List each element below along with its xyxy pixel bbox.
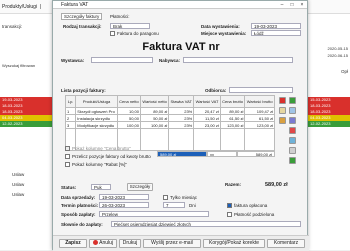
receipt-invoice-label: Faktura do paragonu bbox=[117, 31, 159, 36]
bg-row[interactable]: 12-02-2023 bbox=[0, 121, 55, 127]
totals-label: Razem: bbox=[225, 182, 242, 187]
payment-method-label: Sposób zapłaty: bbox=[61, 212, 96, 217]
buyer-label: Nabywca: bbox=[159, 58, 181, 63]
totals-value: 589,00 zł bbox=[265, 182, 288, 188]
bg-transaction-label: transakcji: bbox=[2, 24, 23, 29]
save-button[interactable]: Zapisz bbox=[59, 239, 87, 248]
excel-icon[interactable] bbox=[289, 157, 296, 164]
delete-row-icon[interactable] bbox=[279, 97, 286, 104]
status-label: Status: bbox=[61, 185, 77, 190]
dialog-title: Faktura VAT bbox=[61, 2, 89, 8]
col-value-gross: Wartość brutto bbox=[244, 95, 275, 108]
col-price-gross: Cena brutto bbox=[219, 95, 246, 108]
bg-right-row[interactable]: 12-02-2023 bbox=[308, 121, 350, 127]
partial-payment-label: Płatność podzielona bbox=[234, 212, 275, 217]
print-button[interactable]: Drukuj bbox=[119, 239, 141, 248]
show-gross-price-label: Pokaż kolumnę "Cena brutto" bbox=[72, 146, 131, 151]
paid-invoice-checkbox[interactable] bbox=[227, 203, 232, 208]
totals-net: 589,00 zł bbox=[157, 151, 207, 157]
sale-date-label: Data sprzedaży: bbox=[61, 195, 96, 200]
transaction-select[interactable]: Brak bbox=[110, 23, 150, 29]
tab-details[interactable]: Szczegóły faktury bbox=[61, 13, 103, 20]
search-product-icon[interactable] bbox=[289, 137, 296, 144]
remove-icon[interactable] bbox=[289, 127, 296, 134]
dialog-titlebar[interactable]: Faktura VAT – □ × bbox=[53, 1, 307, 9]
cancel-button[interactable]: Anuluj bbox=[89, 239, 117, 248]
recipient-label: Odbiorca: bbox=[205, 88, 227, 93]
buyer-select[interactable] bbox=[183, 57, 293, 63]
words-input[interactable]: Pięćset osiemdziesiąt dziewięć złotych bbox=[111, 221, 301, 227]
only-month-checkbox[interactable] bbox=[163, 195, 168, 200]
bg-right-date: 2020-05-15 bbox=[327, 46, 348, 51]
col-no: Lp. bbox=[64, 95, 77, 108]
totals-rate: xx bbox=[207, 151, 237, 157]
issue-date-input[interactable]: 19-03-2023 bbox=[251, 23, 301, 29]
bg-bottom-label: Usław bbox=[12, 192, 25, 197]
col-vat-rate: Stawka VAT bbox=[168, 95, 195, 108]
copy-row-icon[interactable] bbox=[289, 117, 296, 124]
sale-date-input[interactable]: 19-03-2023 bbox=[99, 194, 149, 200]
col-price-net: Cena netto bbox=[116, 95, 142, 108]
cancel-icon bbox=[92, 240, 98, 246]
correction-button[interactable]: Korygój/Pokaż korekte bbox=[203, 239, 265, 248]
seller-label: Wystawca: bbox=[61, 58, 85, 63]
calc-from-gross-checkbox[interactable] bbox=[65, 154, 70, 159]
table-row[interactable]: 3 Modyfikacje skrzydłu 100,00 100,00 zł 23% 2… bbox=[64, 121, 275, 129]
transaction-label: Rodzaj transakcji: bbox=[63, 24, 102, 29]
invoice-heading: Faktura VAT nr bbox=[142, 41, 220, 53]
seller-select[interactable] bbox=[91, 57, 153, 63]
status-details-button[interactable]: Szczegóły bbox=[127, 183, 153, 191]
maximize-icon[interactable]: □ bbox=[287, 1, 297, 9]
bg-right-header: Opł bbox=[340, 69, 348, 74]
table-row[interactable]: 2 Instalacja skrzydłu 50,00 50,00 zł 23% 11,5… bbox=[64, 114, 275, 122]
items-table: Lp. Produkt/Usługa Cena netto Wartość ne… bbox=[64, 95, 275, 151]
receipt-invoice-checkbox[interactable] bbox=[110, 31, 115, 36]
issue-place-input[interactable]: Łódź bbox=[251, 30, 301, 36]
send-email-button[interactable]: Wyślij przez e-mail bbox=[143, 239, 201, 248]
payment-method-select[interactable]: Przelew bbox=[99, 211, 209, 217]
issue-date-label: Data wystawienia: bbox=[201, 24, 240, 29]
move-up-icon[interactable] bbox=[279, 107, 286, 114]
minimize-icon[interactable]: – bbox=[277, 1, 287, 9]
only-month-label: Tylko miesiąc bbox=[170, 195, 198, 200]
cancel-label: Anuluj bbox=[99, 240, 114, 246]
payment-due-label: Termin płatności: bbox=[61, 203, 99, 208]
payment-due-input[interactable]: 26-03-2023 bbox=[99, 202, 149, 208]
edit-row-icon[interactable] bbox=[279, 117, 286, 124]
bg-bottom-label: Usław bbox=[12, 182, 25, 187]
show-discount-label: Pokaż kolumnę "Rabat [%]" bbox=[72, 162, 127, 167]
bg-filter-text[interactable]: Wyszukaj filtrowan bbox=[2, 63, 35, 68]
calculator-icon[interactable] bbox=[289, 147, 296, 154]
calc-from-gross-label: Przelicz pozycje faktury od kwoty brutto bbox=[72, 154, 151, 159]
days-input[interactable]: 7 bbox=[163, 202, 185, 208]
status-select[interactable]: Puk bbox=[91, 184, 111, 190]
show-gross-price-checkbox[interactable] bbox=[65, 146, 70, 151]
col-value-net: Wartość netto bbox=[139, 95, 170, 108]
invoice-dialog: Faktura VAT – □ × Szczegóły faktury Płat… bbox=[52, 0, 309, 251]
menu-sep: | bbox=[40, 4, 42, 10]
menu-products[interactable]: Produkty/Usługi bbox=[2, 4, 37, 10]
bg-bottom-label: Usław bbox=[12, 172, 25, 177]
paid-invoice-label: faktura opłacona bbox=[234, 203, 268, 208]
table-row[interactable]: 1 Skrzydł ogłoszeń Pro 10,00 89,00 zł 23% 20,… bbox=[64, 107, 275, 115]
recipient-select[interactable] bbox=[229, 87, 293, 93]
days-label: Dni bbox=[189, 203, 196, 208]
add-row-icon[interactable] bbox=[289, 97, 296, 104]
dialog-button-bar: Zapisz Anuluj Drukuj Wyślij przez e-mail… bbox=[53, 235, 309, 251]
partial-payment-checkbox[interactable] bbox=[227, 212, 232, 217]
move-down-icon[interactable] bbox=[289, 107, 296, 114]
col-vat: Wartość VAT bbox=[193, 95, 221, 108]
show-discount-checkbox[interactable] bbox=[65, 162, 70, 167]
close-icon[interactable]: × bbox=[297, 1, 307, 9]
comments-button[interactable]: Komentarz bbox=[267, 239, 305, 248]
issue-place-label: Miejsce wystawienia: bbox=[201, 31, 247, 36]
words-label: Słownie do zapłaty: bbox=[61, 222, 103, 227]
bg-right-date: 2020-06-15 bbox=[327, 53, 348, 58]
items-label: Lista pozycji faktury: bbox=[61, 88, 106, 93]
tab-payments[interactable]: Płatności: bbox=[110, 14, 130, 19]
totals-gross: 589,00 zł bbox=[237, 151, 275, 157]
col-product: Produkt/Usługa bbox=[75, 95, 118, 108]
